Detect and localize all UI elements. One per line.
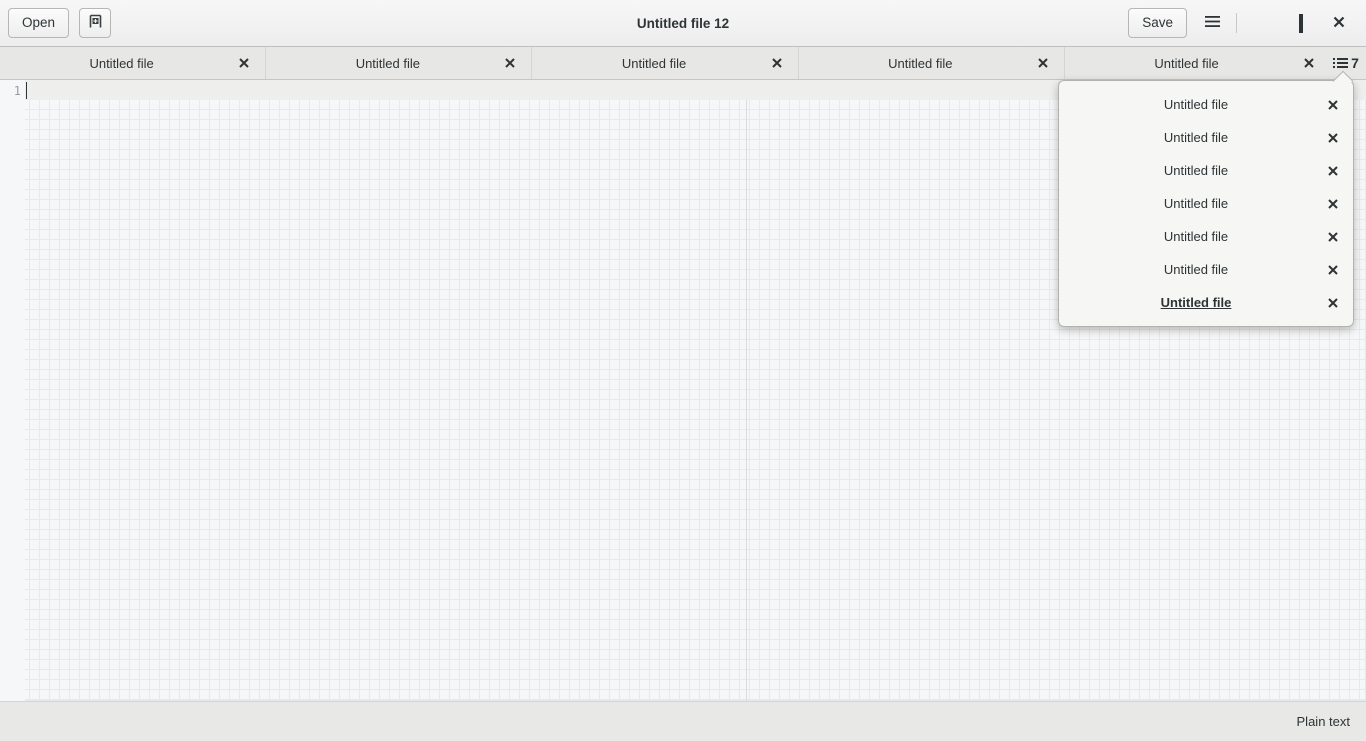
- headerbar-separator: [1236, 13, 1237, 33]
- maximize-button[interactable]: [1282, 7, 1320, 39]
- popover-tab-close-button[interactable]: [1321, 126, 1345, 150]
- minimize-button[interactable]: [1244, 7, 1282, 39]
- popover-arrow: [1333, 71, 1353, 82]
- popover-tab-close-button[interactable]: [1321, 258, 1345, 282]
- text-caret: [26, 82, 27, 99]
- close-icon: [1332, 15, 1346, 32]
- status-bar: Plain text: [0, 701, 1366, 741]
- right-margin-line: [746, 80, 747, 701]
- headerbar-right-group: Save: [1128, 7, 1358, 39]
- hamburger-menu-icon: [1204, 15, 1221, 31]
- popover-tab-label: Untitled file: [1163, 262, 1229, 277]
- line-number-gutter: 1: [0, 80, 25, 701]
- popover-tab-item[interactable]: Untitled file: [1059, 220, 1353, 253]
- tab-label: Untitled file: [621, 55, 687, 71]
- maximize-icon: [1299, 13, 1303, 33]
- tab-label: Untitled file: [89, 55, 154, 71]
- tab-close-button[interactable]: [233, 52, 255, 74]
- headerbar: Untitled file 12 Open Save: [0, 0, 1366, 47]
- tab-label: Untitled file: [888, 55, 953, 71]
- app-window: Untitled file 12 Open Save Untitled file…: [0, 0, 1366, 741]
- popover-tab-item[interactable]: Untitled file: [1059, 121, 1353, 154]
- popover-tab-close-button[interactable]: [1321, 291, 1345, 315]
- tab-label: Untitled file: [1154, 55, 1219, 71]
- popover-tab-label: Untitled file: [1163, 130, 1229, 145]
- popover-tab-label: Untitled file: [1163, 97, 1229, 112]
- tab-close-button[interactable]: [1298, 52, 1320, 74]
- headerbar-left-group: Open: [8, 8, 112, 38]
- popover-tab-item[interactable]: Untitled file: [1059, 187, 1353, 220]
- close-button[interactable]: [1320, 7, 1358, 39]
- popover-tab-close-button[interactable]: [1321, 93, 1345, 117]
- popover-tab-item[interactable]: Untitled file: [1059, 253, 1353, 286]
- popover-tab-label: Untitled file: [1163, 196, 1229, 211]
- main-menu-button[interactable]: [1195, 7, 1229, 39]
- open-button[interactable]: Open: [8, 8, 70, 38]
- language-selector[interactable]: Plain text: [1297, 714, 1350, 729]
- tab-close-button[interactable]: [766, 52, 788, 74]
- popover-tab-close-button[interactable]: [1321, 225, 1345, 249]
- tab-close-button[interactable]: [499, 52, 521, 74]
- tab-bar: Untitled file Untitled file Untitled fil…: [0, 47, 1366, 80]
- new-tab-button[interactable]: [79, 8, 112, 38]
- tab-item[interactable]: Untitled file: [799, 47, 1065, 79]
- popover-tab-label: Untitled file: [1163, 229, 1229, 244]
- tab-list-icon: [1333, 58, 1349, 68]
- popover-tab-close-button[interactable]: [1321, 192, 1345, 216]
- line-number: 1: [13, 84, 21, 98]
- save-button[interactable]: Save: [1128, 8, 1187, 38]
- tab-close-button[interactable]: [1032, 52, 1054, 74]
- tab-count-label: 7: [1351, 55, 1359, 71]
- tab-label: Untitled file: [355, 55, 420, 71]
- tab-item[interactable]: Untitled file: [1065, 47, 1330, 79]
- popover-tab-item[interactable]: Untitled file: [1059, 88, 1353, 121]
- popover-tab-label: Untitled file: [1160, 295, 1232, 310]
- tab-item[interactable]: Untitled file: [532, 47, 799, 79]
- popover-tab-close-button[interactable]: [1321, 159, 1345, 183]
- popover-tab-item-active[interactable]: Untitled file: [1059, 286, 1353, 319]
- new-document-icon: [87, 13, 104, 33]
- tab-overview-popover: Untitled file Untitled file Untitled fil…: [1058, 80, 1354, 327]
- tab-item[interactable]: Untitled file: [0, 47, 267, 79]
- tab-item[interactable]: Untitled file: [266, 47, 533, 79]
- popover-tab-label: Untitled file: [1163, 163, 1229, 178]
- popover-tab-item[interactable]: Untitled file: [1059, 154, 1353, 187]
